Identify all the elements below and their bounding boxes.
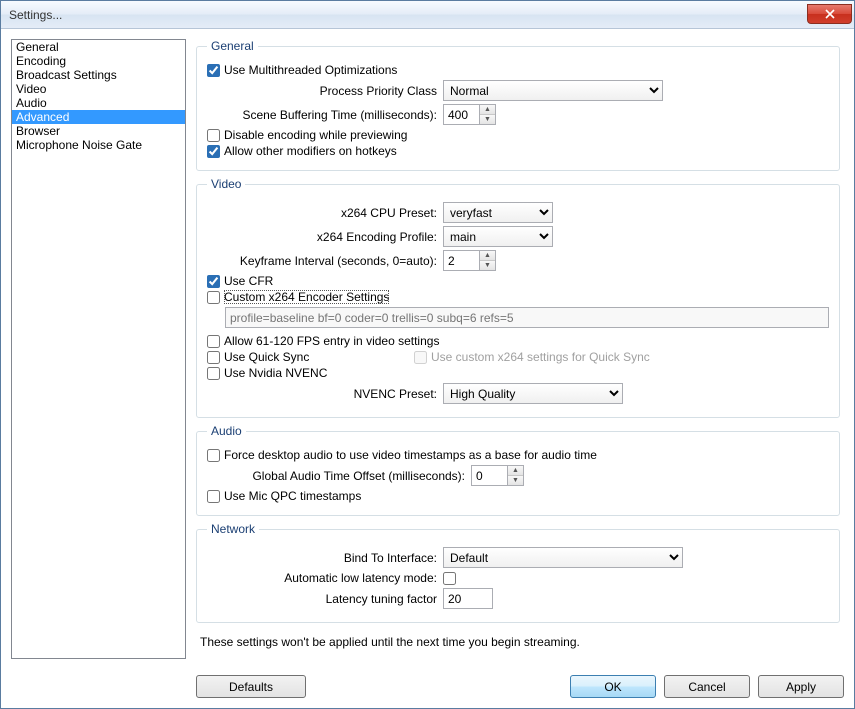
defaults-button[interactable]: Defaults <box>196 675 306 698</box>
allow-120fps-label[interactable]: Allow 61-120 FPS entry in video settings <box>224 334 439 348</box>
sidebar-item-audio[interactable]: Audio <box>12 96 185 110</box>
latency-factor-label: Latency tuning factor <box>207 592 437 606</box>
priority-select[interactable]: Normal <box>443 80 663 101</box>
global-audio-offset-input[interactable] <box>472 466 507 485</box>
sidebar-item-browser[interactable]: Browser <box>12 124 185 138</box>
latency-factor-input[interactable] <box>443 588 493 609</box>
allow-modifiers-label[interactable]: Allow other modifiers on hotkeys <box>224 144 397 158</box>
chevron-down-icon[interactable]: ▼ <box>480 115 495 124</box>
scene-buffer-input[interactable] <box>444 105 479 124</box>
keyframe-spinner[interactable]: ▲▼ <box>443 250 496 271</box>
global-audio-offset-label: Global Audio Time Offset (milliseconds): <box>207 469 465 483</box>
keyframe-input[interactable] <box>444 251 479 270</box>
auto-latency-checkbox[interactable] <box>443 572 456 585</box>
multithreaded-label[interactable]: Use Multithreaded Optimizations <box>224 63 397 77</box>
custom-x264-input <box>225 307 829 328</box>
close-icon <box>825 9 835 19</box>
window-title: Settings... <box>9 8 807 22</box>
disable-encoding-checkbox[interactable] <box>207 129 220 142</box>
allow-120fps-checkbox[interactable] <box>207 335 220 348</box>
sidebar-item-encoding[interactable]: Encoding <box>12 54 185 68</box>
footer: Defaults OK Cancel Apply <box>1 669 854 708</box>
quicksync-custom-label: Use custom x264 settings for Quick Sync <box>431 350 650 364</box>
sidebar-item-general[interactable]: General <box>12 40 185 54</box>
apply-button[interactable]: Apply <box>758 675 844 698</box>
group-audio-legend: Audio <box>207 424 246 438</box>
bind-interface-label: Bind To Interface: <box>207 551 437 565</box>
custom-x264-label[interactable]: Custom x264 Encoder Settings <box>224 290 389 304</box>
encoding-profile-label: x264 Encoding Profile: <box>207 230 437 244</box>
use-cfr-checkbox[interactable] <box>207 275 220 288</box>
sidebar-item-mic-noise-gate[interactable]: Microphone Noise Gate <box>12 138 185 152</box>
disable-encoding-label[interactable]: Disable encoding while previewing <box>224 128 407 142</box>
chevron-down-icon[interactable]: ▼ <box>508 476 523 485</box>
auto-latency-label: Automatic low latency mode: <box>207 571 437 585</box>
ok-button[interactable]: OK <box>570 675 656 698</box>
settings-content: General Use Multithreaded Optimizations … <box>196 39 844 659</box>
bind-interface-select[interactable]: Default <box>443 547 683 568</box>
custom-x264-checkbox[interactable] <box>207 291 220 304</box>
nvenc-preset-label: NVENC Preset: <box>207 387 437 401</box>
group-network: Network Bind To Interface: Default Autom… <box>196 522 840 623</box>
group-video-legend: Video <box>207 177 245 191</box>
mic-qpc-label[interactable]: Use Mic QPC timestamps <box>224 489 361 503</box>
group-network-legend: Network <box>207 522 259 536</box>
chevron-up-icon[interactable]: ▲ <box>480 251 495 261</box>
group-general-legend: General <box>207 39 258 53</box>
nvenc-checkbox[interactable] <box>207 367 220 380</box>
multithreaded-checkbox[interactable] <box>207 64 220 77</box>
force-desktop-audio-label[interactable]: Force desktop audio to use video timesta… <box>224 448 597 462</box>
cpu-preset-label: x264 CPU Preset: <box>207 206 437 220</box>
sidebar-item-video[interactable]: Video <box>12 82 185 96</box>
priority-label: Process Priority Class <box>207 84 437 98</box>
sidebar-item-advanced[interactable]: Advanced <box>12 110 185 124</box>
scene-buffer-spinner[interactable]: ▲▼ <box>443 104 496 125</box>
group-video: Video x264 CPU Preset: veryfast x264 Enc… <box>196 177 840 418</box>
titlebar: Settings... <box>1 1 854 29</box>
allow-modifiers-checkbox[interactable] <box>207 145 220 158</box>
encoding-profile-select[interactable]: main <box>443 226 553 247</box>
chevron-up-icon[interactable]: ▲ <box>480 105 495 115</box>
use-cfr-label[interactable]: Use CFR <box>224 274 273 288</box>
keyframe-label: Keyframe Interval (seconds, 0=auto): <box>207 254 437 268</box>
settings-window: Settings... General Encoding Broadcast S… <box>0 0 855 709</box>
category-list[interactable]: General Encoding Broadcast Settings Vide… <box>11 39 186 659</box>
force-desktop-audio-checkbox[interactable] <box>207 449 220 462</box>
global-audio-offset-spinner[interactable]: ▲▼ <box>471 465 524 486</box>
cpu-preset-select[interactable]: veryfast <box>443 202 553 223</box>
group-audio: Audio Force desktop audio to use video t… <box>196 424 840 516</box>
chevron-up-icon[interactable]: ▲ <box>508 466 523 476</box>
quicksync-label[interactable]: Use Quick Sync <box>224 350 414 364</box>
group-general: General Use Multithreaded Optimizations … <box>196 39 840 171</box>
nvenc-preset-select[interactable]: High Quality <box>443 383 623 404</box>
quicksync-checkbox[interactable] <box>207 351 220 364</box>
nvenc-label[interactable]: Use Nvidia NVENC <box>224 366 327 380</box>
mic-qpc-checkbox[interactable] <box>207 490 220 503</box>
quicksync-custom-checkbox <box>414 351 427 364</box>
chevron-down-icon[interactable]: ▼ <box>480 261 495 270</box>
scene-buffer-label: Scene Buffering Time (milliseconds): <box>207 108 437 122</box>
apply-note: These settings won't be applied until th… <box>200 635 840 649</box>
close-button[interactable] <box>807 4 852 24</box>
cancel-button[interactable]: Cancel <box>664 675 750 698</box>
sidebar-item-broadcast[interactable]: Broadcast Settings <box>12 68 185 82</box>
